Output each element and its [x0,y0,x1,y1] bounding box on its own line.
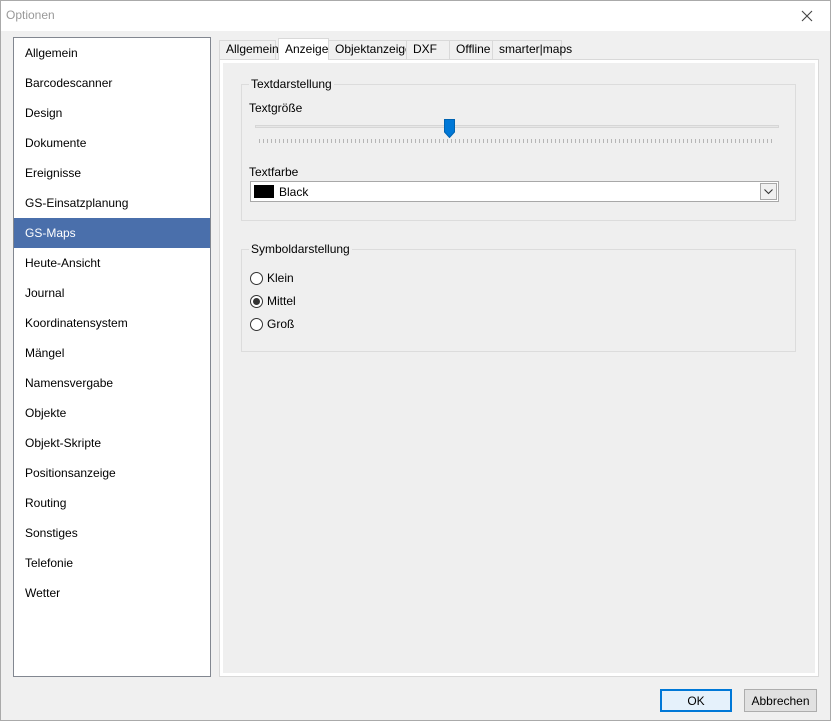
combobox-dropdown-button[interactable] [760,183,777,200]
tab-dxf[interactable]: DXF [406,40,450,59]
tab-objektanzeige[interactable]: Objektanzeige [328,40,412,59]
close-button[interactable] [784,1,830,31]
symbol-size-radio-1[interactable]: Mittel [250,293,296,309]
radio-label: Mittel [267,294,296,308]
window-title: Optionen [6,8,55,22]
sidebar-item[interactable]: Telefonie [14,548,210,578]
text-size-slider-track[interactable] [255,125,779,128]
symbol-size-radio-0[interactable]: Klein [250,270,294,286]
ok-button[interactable]: OK [660,689,732,712]
sidebar-item[interactable]: Objekt-Skripte [14,428,210,458]
cancel-button[interactable]: Abbrechen [744,689,817,712]
chevron-down-icon [764,188,773,194]
sidebar-item[interactable]: Wetter [14,578,210,608]
tab-offline[interactable]: Offline [449,40,493,59]
sidebar-item[interactable]: Positionsanzeige [14,458,210,488]
radio-button[interactable] [250,317,263,331]
sidebar-item[interactable]: Routing [14,488,210,518]
sidebar-item[interactable]: Barcodescanner [14,68,210,98]
title-bar: Optionen [1,1,830,31]
sidebar-item[interactable]: Heute-Ansicht [14,248,210,278]
text-color-combobox[interactable]: Black [250,181,779,202]
color-swatch [254,185,274,198]
radio-button[interactable] [250,294,263,308]
sidebar-item[interactable]: Design [14,98,210,128]
text-color-value: Black [279,185,309,199]
close-icon [801,10,813,22]
text-display-group-title: Textdarstellung [249,77,334,91]
radio-label: Groß [267,317,295,331]
symbol-display-group: Symboldarstellung [241,243,796,352]
sidebar-item[interactable]: GS-Einsatzplanung [14,188,210,218]
text-size-label: Textgröße [249,101,303,115]
sidebar-item[interactable]: Objekte [14,398,210,428]
sidebar-item[interactable]: GS-Maps [14,218,210,248]
radio-label: Klein [267,271,294,285]
sidebar-item[interactable]: Journal [14,278,210,308]
sidebar-item[interactable]: Dokumente [14,128,210,158]
sidebar-item[interactable]: Allgemein [14,38,210,68]
sidebar-item[interactable]: Sonstiges [14,518,210,548]
radio-button[interactable] [250,271,263,285]
category-list[interactable]: Allgemein Barcodescanner Design Dokumente Er… [13,37,211,677]
tab-allgemein[interactable]: Allgemein [219,40,279,59]
options-dialog: Optionen Allgemein Barcodescanner Design Do… [0,0,831,721]
tab-smarter-maps[interactable]: smarter|maps [492,40,572,59]
symbol-display-group-title: Symboldarstellung [249,242,352,256]
sidebar-item[interactable]: Ereignisse [14,158,210,188]
symbol-size-radio-2[interactable]: Groß [250,316,294,332]
sidebar-item[interactable]: Mängel [14,338,210,368]
text-size-slider-thumb[interactable] [443,119,455,138]
tab-anzeige[interactable]: Anzeige [278,38,329,60]
sidebar-item[interactable]: Namensvergabe [14,368,210,398]
text-size-slider-ticks [259,139,775,143]
sidebar-item[interactable]: Koordinatensystem [14,308,210,338]
text-color-label: Textfarbe [249,165,299,179]
